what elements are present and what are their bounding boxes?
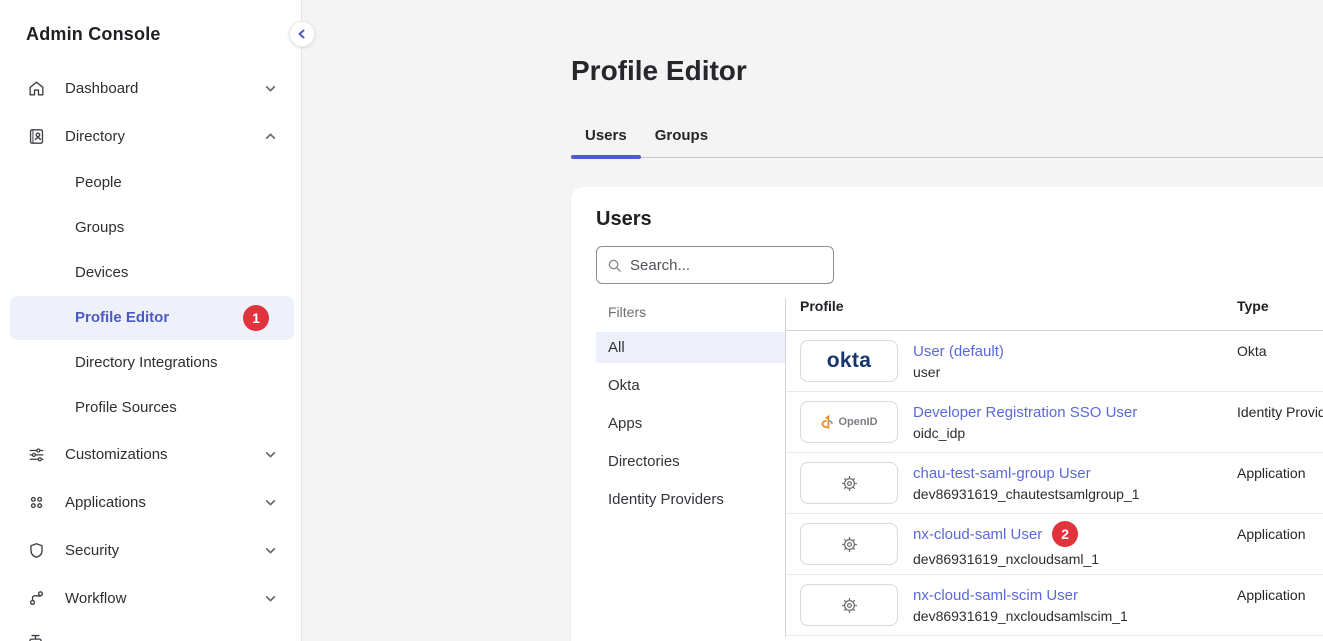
sidebar-item-dashboard[interactable]: Dashboard: [0, 64, 301, 112]
app-logo-placeholder: [800, 584, 898, 626]
search-box[interactable]: [596, 246, 834, 284]
table-header: Profile Type: [786, 298, 1323, 331]
main-content: Profile Editor Users Groups Users Filter…: [302, 0, 1323, 641]
sidebar-item-label: Directory Integrations: [75, 354, 218, 371]
okta-logo: okta: [800, 340, 898, 382]
sidebar-item-label: Dashboard: [65, 80, 138, 97]
search-icon: [607, 258, 622, 273]
table-row: chau-test-saml-group User dev86931619_ch…: [786, 453, 1323, 514]
filters-label: Filters: [596, 298, 785, 332]
profile-link[interactable]: nx-cloud-saml-scim User: [913, 587, 1078, 604]
sidebar-item-label: Groups: [75, 219, 124, 236]
sidebar: Admin Console Dashboard Directory People: [0, 0, 302, 641]
table-row: nx-cloud-saml-scim User dev86931619_nxcl…: [786, 575, 1323, 636]
app-logo-placeholder: [800, 462, 898, 504]
sidebar-item-directory[interactable]: Directory: [0, 112, 301, 160]
gear-icon: [840, 596, 859, 615]
sidebar-item-customizations[interactable]: Customizations: [0, 430, 301, 478]
sidebar-item-partial[interactable]: [0, 622, 301, 641]
workflow-icon: [26, 588, 46, 608]
chevron-down-icon: [264, 592, 277, 605]
table-row: OpenID Developer Registration SSO User o…: [786, 392, 1323, 453]
selected-nav-pill[interactable]: Profile Editor 1: [10, 296, 294, 340]
sidebar-item-label: Customizations: [65, 446, 168, 463]
sliders-icon: [26, 444, 46, 464]
chevron-down-icon: [264, 496, 277, 509]
profile-subtext: dev86931619_nxcloudsaml_1: [913, 551, 1237, 567]
sidebar-item-label: Applications: [65, 494, 146, 511]
filter-identity-providers[interactable]: Identity Providers: [596, 484, 785, 515]
sidebar-item-security[interactable]: Security: [0, 526, 301, 574]
sidebar-item-devices[interactable]: Devices: [0, 250, 301, 295]
sidebar-item-groups[interactable]: Groups: [0, 205, 301, 250]
tab-bar: Users Groups: [571, 121, 1323, 158]
chevron-down-icon: [264, 448, 277, 461]
profile-type: Application: [1237, 514, 1323, 542]
openid-logo: OpenID: [800, 401, 898, 443]
filter-directories[interactable]: Directories: [596, 446, 785, 477]
sidebar-item-label: Directory: [65, 128, 125, 145]
tab-users[interactable]: Users: [571, 121, 641, 157]
profile-subtext: dev86931619_chautestsamlgroup_1: [913, 486, 1237, 502]
app-logo-placeholder: [800, 523, 898, 565]
tab-groups[interactable]: Groups: [641, 121, 722, 157]
sidebar-item-label: People: [75, 174, 122, 191]
column-header-profile: Profile: [800, 298, 1237, 330]
sidebar-item-label: Profile Editor: [75, 309, 169, 326]
gear-icon: [840, 535, 859, 554]
apps-grid-icon: [26, 492, 46, 512]
gear-icon: [840, 474, 859, 493]
profiles-table: Profile Type okta User (default) user Ok…: [786, 298, 1323, 638]
sidebar-item-profile-sources[interactable]: Profile Sources: [0, 385, 301, 430]
profile-link[interactable]: nx-cloud-saml User: [913, 526, 1042, 543]
users-card: Users Filters All Okta Apps Directories …: [571, 187, 1323, 641]
sidebar-item-directory-integrations[interactable]: Directory Integrations: [0, 340, 301, 385]
filter-all[interactable]: All: [596, 332, 785, 363]
card-heading: Users: [596, 208, 1323, 231]
profile-type: Application: [1237, 575, 1323, 603]
sidebar-item-profile-editor[interactable]: Profile Editor 1: [0, 295, 301, 340]
sidebar-item-label: Workflow: [65, 590, 126, 607]
profile-subtext: dev86931619_nxcloudsamlscim_1: [913, 608, 1237, 624]
chevron-down-icon: [264, 544, 277, 557]
filters-panel: Filters All Okta Apps Directories Identi…: [596, 298, 786, 638]
chevron-up-icon: [264, 130, 277, 143]
sidebar-item-people[interactable]: People: [0, 160, 301, 205]
page-title: Profile Editor: [571, 55, 1323, 87]
shield-icon: [26, 540, 46, 560]
profile-subtext: user: [913, 364, 1237, 380]
reports-icon: [26, 632, 45, 641]
column-header-type: Type: [1237, 298, 1323, 330]
id-badge-icon: [26, 126, 46, 146]
openid-icon: [820, 414, 834, 430]
profile-type: Identity Provider: [1237, 392, 1323, 420]
search-input[interactable]: [630, 257, 823, 274]
sidebar-collapse-button[interactable]: [289, 21, 315, 47]
sidebar-item-label: Devices: [75, 264, 128, 281]
chevron-left-icon: [296, 28, 308, 40]
table-row: okta User (default) user Okta: [786, 331, 1323, 392]
filter-okta[interactable]: Okta: [596, 370, 785, 401]
step-badge-1: 1: [243, 305, 269, 331]
home-icon: [26, 78, 46, 98]
sidebar-item-applications[interactable]: Applications: [0, 478, 301, 526]
sidebar-item-label: Security: [65, 542, 119, 559]
profile-type: Application: [1237, 453, 1323, 481]
profile-subtext: oidc_idp: [913, 425, 1237, 441]
profile-link[interactable]: Developer Registration SSO User: [913, 404, 1137, 421]
profile-type: Okta: [1237, 331, 1323, 359]
chevron-down-icon: [264, 82, 277, 95]
profile-link[interactable]: User (default): [913, 343, 1004, 360]
sidebar-nav: Dashboard Directory People Groups Device…: [0, 64, 301, 641]
sidebar-item-workflow[interactable]: Workflow: [0, 574, 301, 622]
filter-apps[interactable]: Apps: [596, 408, 785, 439]
app-title: Admin Console: [0, 0, 301, 45]
profile-link[interactable]: chau-test-saml-group User: [913, 465, 1091, 482]
step-badge-2: 2: [1052, 521, 1078, 547]
sidebar-item-label: Profile Sources: [75, 399, 177, 416]
table-row: nx-cloud-saml User 2 dev86931619_nxcloud…: [786, 514, 1323, 575]
